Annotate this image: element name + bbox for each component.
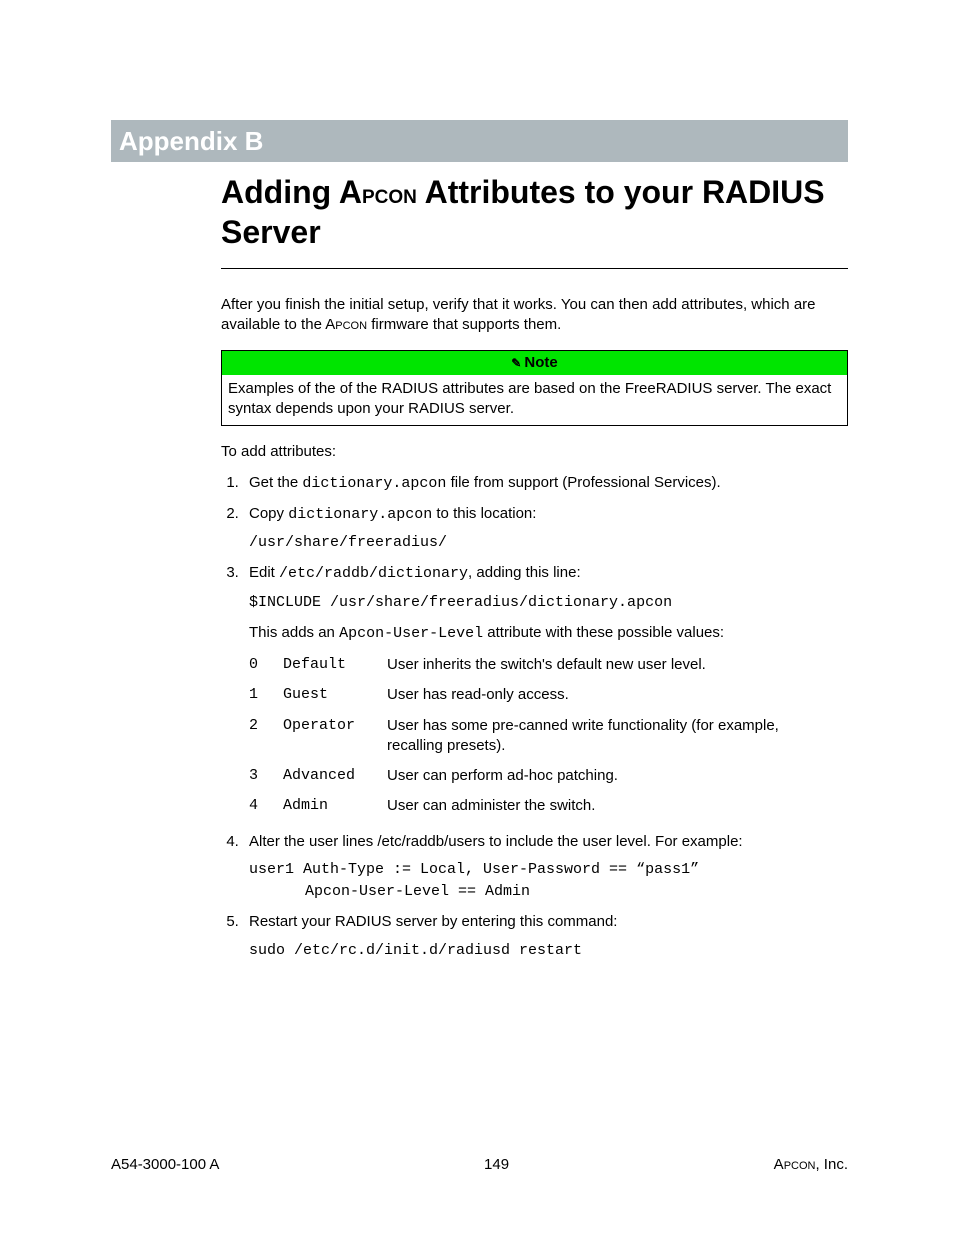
step-3-include-line: $INCLUDE /usr/share/freeradius/dictionar… [249, 593, 848, 613]
footer-left: A54-3000-100 A [111, 1155, 219, 1175]
step-5-code: sudo /etc/rc.d/init.d/radiusd restart [249, 941, 848, 961]
value-index: 3 [249, 761, 283, 791]
step-3: Edit /etc/raddb/dictionary, adding this … [243, 563, 848, 821]
value-description: User can perform ad-hoc patching. [387, 761, 848, 791]
intro-paragraph: After you finish the initial setup, veri… [221, 295, 848, 336]
value-index: 2 [249, 711, 283, 762]
value-name: Guest [283, 680, 387, 710]
step-2-path: /usr/share/freeradius/ [249, 533, 848, 553]
note-body: Examples of the of the RADIUS attributes… [222, 375, 847, 426]
table-row: 4AdminUser can administer the switch. [249, 791, 848, 821]
value-index: 4 [249, 791, 283, 821]
step-5: Restart your RADIUS server by entering t… [243, 912, 848, 961]
value-name: Advanced [283, 761, 387, 791]
page-title: Adding Apcon Attributes to your RADIUS S… [221, 172, 848, 269]
step-4-code-line-2: Apcon-User-Level == Admin [305, 882, 848, 902]
value-index: 0 [249, 650, 283, 680]
table-row: 0DefaultUser inherits the switch's defau… [249, 650, 848, 680]
value-description: User inherits the switch's default new u… [387, 650, 848, 680]
steps-list: Get the dictionary.apcon file from suppo… [221, 473, 848, 961]
user-level-table: 0DefaultUser inherits the switch's defau… [249, 650, 848, 822]
step-3-explain: This adds an Apcon-User-Level attribute … [249, 623, 848, 644]
note-header: ✎Note [222, 351, 847, 375]
value-description: User has read-only access. [387, 680, 848, 710]
note-icon: ✎ [511, 355, 521, 371]
step-1: Get the dictionary.apcon file from suppo… [243, 473, 848, 494]
footer-page-number: 149 [484, 1155, 509, 1175]
value-description: User can administer the switch. [387, 791, 848, 821]
page-footer: A54-3000-100 A 149 Apcon, Inc. [111, 1155, 848, 1175]
table-row: 3AdvancedUser can perform ad-hoc patchin… [249, 761, 848, 791]
table-row: 2OperatorUser has some pre-canned write … [249, 711, 848, 762]
note-callout: ✎Note Examples of the of the RADIUS attr… [221, 350, 848, 427]
footer-right: Apcon, Inc. [774, 1155, 848, 1175]
table-row: 1GuestUser has read-only access. [249, 680, 848, 710]
value-name: Default [283, 650, 387, 680]
value-name: Operator [283, 711, 387, 762]
step-4-code-line-1: user1 Auth-Type := Local, User-Password … [249, 860, 848, 880]
step-2: Copy dictionary.apcon to this location: … [243, 504, 848, 554]
value-description: User has some pre-canned write functiona… [387, 711, 848, 762]
value-index: 1 [249, 680, 283, 710]
steps-lead-in: To add attributes: [221, 442, 848, 462]
appendix-label: Appendix B [111, 120, 848, 162]
value-name: Admin [283, 791, 387, 821]
step-4: Alter the user lines /etc/raddb/users to… [243, 832, 848, 903]
